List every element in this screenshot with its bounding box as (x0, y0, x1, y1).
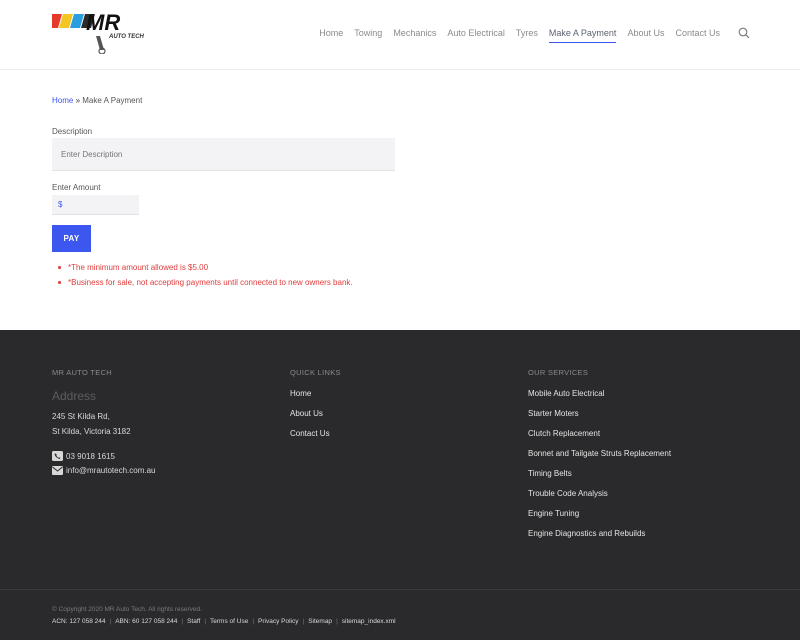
address-line-1: 245 St Kilda Rd, (52, 412, 110, 421)
legal-link-staff[interactable]: Staff (187, 618, 200, 625)
quick-links-heading: QUICK LINKS (290, 368, 341, 377)
description-input[interactable] (52, 138, 395, 171)
site-footer: MR AUTO TECH Address 245 St Kilda Rd, St… (0, 330, 800, 589)
legal-link-sitemap-index[interactable]: sitemap_index.xml (342, 618, 396, 625)
svg-text:MR: MR (86, 10, 120, 35)
footer-company-column: MR AUTO TECH Address 245 St Kilda Rd, St… (52, 368, 156, 475)
phone-number[interactable]: 03 9018 1615 (66, 452, 115, 461)
site-header: MR AUTO TECH Home Towing Mechanics Auto … (0, 0, 800, 70)
separator: | (252, 618, 255, 625)
address-line-2: St Kilda, Victoria 3182 (52, 427, 131, 436)
nav-about-us[interactable]: About Us (627, 28, 664, 41)
abn-text: ABN: 60 127 058 244 (115, 618, 178, 625)
nav-towing[interactable]: Towing (354, 28, 382, 41)
service-link[interactable]: Engine Diagnostics and Rebuilds (528, 529, 671, 538)
nav-tyres[interactable]: Tyres (516, 28, 538, 41)
breadcrumb-home-link[interactable]: Home (52, 96, 73, 105)
separator: | (109, 618, 112, 625)
footer-services-column: OUR SERVICES Mobile Auto Electrical Star… (528, 368, 671, 549)
service-link[interactable]: Bonnet and Tailgate Struts Replacement (528, 449, 671, 458)
footer-bottom-bar: © Copyright 2020 MR Auto Tech. All right… (0, 589, 800, 640)
legal-link-sitemap[interactable]: Sitemap (308, 618, 332, 625)
email-row: info@mrautotech.com.au (52, 466, 156, 475)
payment-notes: *The minimum amount allowed is $5.00 *Bu… (58, 263, 353, 293)
svg-text:AUTO TECH: AUTO TECH (108, 34, 145, 40)
service-link[interactable]: Starter Moters (528, 409, 671, 418)
search-icon[interactable] (738, 27, 750, 39)
description-label: Description (52, 127, 93, 136)
services-heading: OUR SERVICES (528, 368, 589, 377)
amount-input[interactable] (52, 195, 139, 215)
service-link[interactable]: Trouble Code Analysis (528, 489, 671, 498)
separator: | (204, 618, 207, 625)
nav-make-a-payment[interactable]: Make A Payment (548, 28, 616, 43)
nav-home[interactable]: Home (319, 28, 343, 41)
envelope-icon (52, 466, 63, 475)
service-link[interactable]: Engine Tuning (528, 509, 671, 518)
separator: | (181, 618, 184, 625)
legal-links-row: ACN: 127 058 244 | ABN: 60 127 058 244 |… (52, 618, 396, 625)
note-minimum-amount: *The minimum amount allowed is $5.00 (58, 263, 353, 272)
breadcrumb-current: Make A Payment (82, 96, 143, 105)
legal-link-terms[interactable]: Terms of Use (210, 618, 248, 625)
footer-quick-links-column: QUICK LINKS Home About Us Contact Us (290, 368, 341, 449)
legal-link-privacy[interactable]: Privacy Policy (258, 618, 298, 625)
service-link[interactable]: Timing Belts (528, 469, 671, 478)
pay-button[interactable]: PAY (52, 225, 91, 252)
main-nav: Home Towing Mechanics Auto Electrical Ty… (319, 28, 720, 43)
note-business-for-sale: *Business for sale, not accepting paymen… (58, 278, 353, 287)
nav-contact-us[interactable]: Contact Us (675, 28, 720, 41)
footer-company-heading: MR AUTO TECH (52, 368, 112, 377)
nav-mechanics[interactable]: Mechanics (393, 28, 436, 41)
phone-icon (52, 451, 63, 461)
address-heading: Address (52, 389, 97, 403)
email-address[interactable]: info@mrautotech.com.au (66, 466, 156, 475)
service-link[interactable]: Clutch Replacement (528, 429, 671, 438)
amount-label: Enter Amount (52, 183, 101, 192)
mr-auto-tech-logo[interactable]: MR AUTO TECH (52, 10, 152, 54)
breadcrumb-separator: » (75, 96, 81, 105)
copyright-text: © Copyright 2020 MR Auto Tech. All right… (52, 606, 202, 613)
footer-link-about-us[interactable]: About Us (290, 409, 341, 418)
footer-link-home[interactable]: Home (290, 389, 341, 398)
breadcrumb: Home » Make A Payment (52, 96, 142, 105)
footer-link-contact-us[interactable]: Contact Us (290, 429, 341, 438)
acn-text: ACN: 127 058 244 (52, 618, 106, 625)
service-link[interactable]: Mobile Auto Electrical (528, 389, 671, 398)
nav-auto-electrical[interactable]: Auto Electrical (447, 28, 505, 41)
separator: | (336, 618, 338, 625)
separator: | (302, 618, 305, 625)
phone-row: 03 9018 1615 (52, 451, 156, 461)
